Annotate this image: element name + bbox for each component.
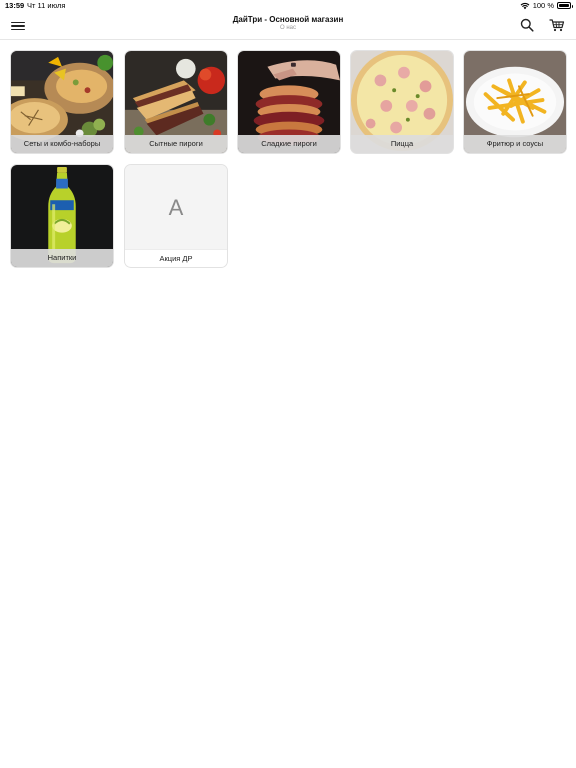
status-bar: 13:59 Чт 11 июля 100 % <box>0 0 576 12</box>
cart-icon <box>549 19 565 32</box>
category-label: Сладкие пироги <box>238 135 340 153</box>
battery-percent: 100 % <box>532 1 554 10</box>
wifi-icon <box>520 2 530 9</box>
category-label: Напитки <box>11 249 113 267</box>
category-tile-drinks[interactable]: Напитки <box>10 164 114 268</box>
navigation-bar: ДайТри - Основной магазин О нас <box>0 12 576 40</box>
search-button[interactable] <box>520 18 534 32</box>
about-link[interactable]: О нас <box>0 25 576 31</box>
category-tile-fries[interactable]: Фритюр и соусы <box>463 50 567 154</box>
category-label: Пицца <box>351 135 453 153</box>
category-tile-combo-sets[interactable]: Сеты и комбо-наборы <box>10 50 114 154</box>
category-tile-sweet-pies[interactable]: Сладкие пироги <box>237 50 341 154</box>
status-right: 100 % <box>520 1 573 10</box>
category-label: Сеты и комбо-наборы <box>11 135 113 153</box>
cart-button[interactable] <box>549 17 565 33</box>
category-tile-birthday-promo[interactable]: А Акция ДР <box>124 164 228 268</box>
category-tile-pizza[interactable]: Пицца <box>350 50 454 154</box>
battery-icon <box>557 2 573 9</box>
category-label: Акция ДР <box>125 249 227 267</box>
status-date: Чт 11 июля <box>27 1 66 10</box>
page-title: ДайТри - Основной магазин <box>232 15 344 24</box>
header-title-group: ДайТри - Основной магазин О нас <box>0 15 576 31</box>
search-icon <box>520 18 534 32</box>
category-label: Сытные пироги <box>125 135 227 153</box>
placeholder-letter: А <box>125 165 227 251</box>
category-label: Фритюр и соусы <box>464 135 566 153</box>
status-time: 13:59 <box>5 1 25 10</box>
category-tile-savory-pies[interactable]: Сытные пироги <box>124 50 228 154</box>
